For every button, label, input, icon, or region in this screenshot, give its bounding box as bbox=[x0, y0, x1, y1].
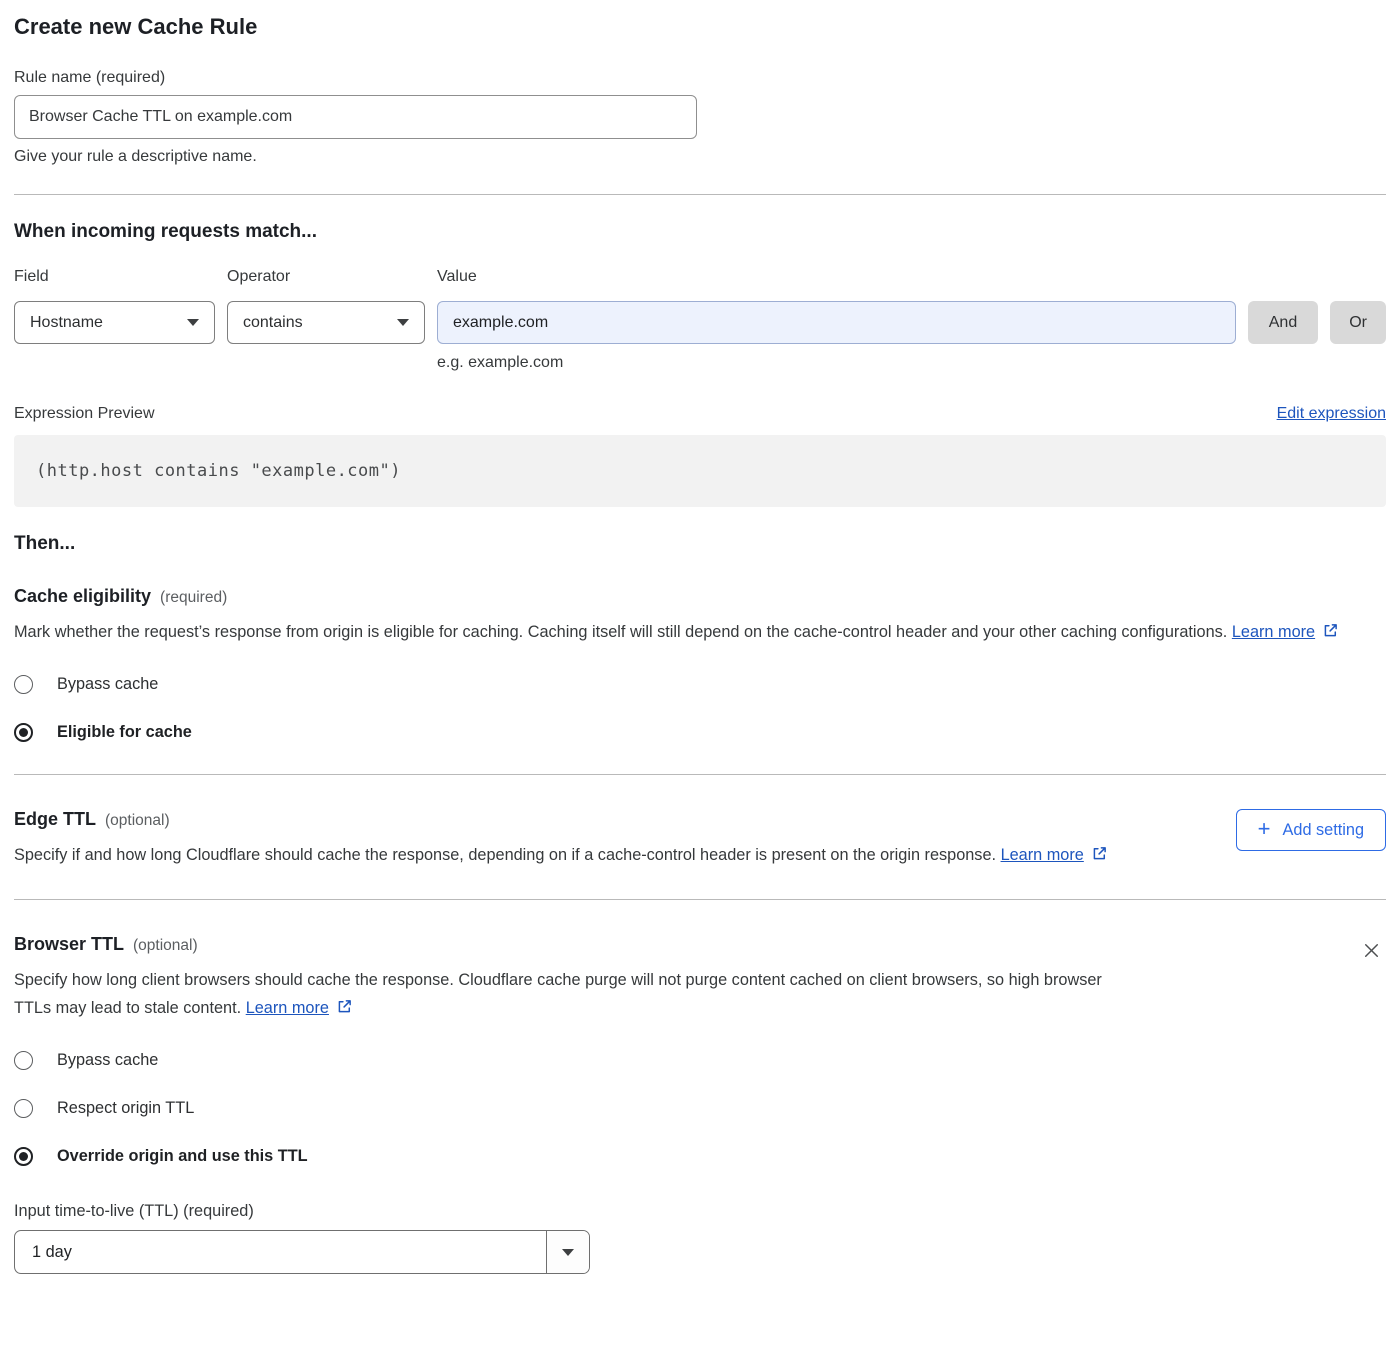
radio-icon bbox=[14, 1051, 33, 1070]
rule-name-label: Rule name (required) bbox=[14, 69, 1386, 87]
field-column: Field Hostname bbox=[14, 268, 215, 344]
radio-selected-icon bbox=[14, 1147, 33, 1166]
browser-ttl-learn-more-link[interactable]: Learn more bbox=[246, 999, 329, 1017]
operator-select-value: contains bbox=[243, 314, 303, 332]
cache-eligibility-title: Cache eligibility bbox=[14, 586, 151, 607]
external-link-icon bbox=[1322, 622, 1339, 639]
rule-name-input[interactable] bbox=[14, 95, 697, 139]
chevron-down-icon bbox=[397, 319, 409, 326]
learn-more-label: Learn more bbox=[1232, 623, 1315, 641]
browser-ttl-content: Browser TTL (optional) Specify how long … bbox=[14, 928, 1357, 1022]
edit-expression-link[interactable]: Edit expression bbox=[1277, 405, 1386, 423]
browser-ttl-section: Browser TTL (optional) Specify how long … bbox=[14, 928, 1386, 1022]
cache-eligibility-learn-more-link[interactable]: Learn more bbox=[1232, 623, 1315, 641]
rule-name-helper: Give your rule a descriptive name. bbox=[14, 148, 1386, 166]
radio-selected-icon bbox=[14, 723, 33, 742]
add-setting-label: Add setting bbox=[1283, 821, 1364, 840]
chevron-down-icon bbox=[562, 1249, 574, 1256]
radio-option-bypass-cache[interactable]: Bypass cache bbox=[14, 675, 158, 694]
external-link-icon bbox=[1091, 845, 1108, 862]
edge-ttl-content: Edge TTL (optional) Specify if and how l… bbox=[14, 803, 1236, 869]
field-label: Field bbox=[14, 268, 215, 286]
expression-code-block: (http.host contains "example.com") bbox=[14, 435, 1386, 507]
radio-label: Override origin and use this TTL bbox=[57, 1147, 308, 1166]
radio-label: Eligible for cache bbox=[57, 723, 192, 742]
edge-ttl-learn-more-link[interactable]: Learn more bbox=[1001, 846, 1084, 864]
radio-icon bbox=[14, 675, 33, 694]
divider bbox=[14, 774, 1386, 775]
ttl-dropdown-value[interactable]: 1 day bbox=[15, 1231, 546, 1273]
required-badge: (required) bbox=[160, 589, 227, 607]
cache-eligibility-description: Mark whether the request’s response from… bbox=[14, 618, 1359, 646]
ttl-dropdown[interactable]: 1 day bbox=[14, 1230, 590, 1274]
radio-option-browser-bypass-cache[interactable]: Bypass cache bbox=[14, 1051, 158, 1070]
value-input[interactable] bbox=[437, 301, 1236, 344]
browser-ttl-heading: Browser TTL (optional) bbox=[14, 934, 1357, 955]
expression-code: (http.host contains "example.com") bbox=[36, 461, 401, 481]
field-select[interactable]: Hostname bbox=[14, 301, 215, 344]
match-section-heading: When incoming requests match... bbox=[14, 220, 1386, 244]
radio-label: Bypass cache bbox=[57, 675, 158, 694]
operator-column: Operator contains bbox=[227, 268, 425, 344]
cache-eligibility-description-text: Mark whether the request’s response from… bbox=[14, 623, 1227, 641]
edge-ttl-title: Edge TTL bbox=[14, 809, 96, 830]
divider bbox=[14, 194, 1386, 195]
or-button[interactable]: Or bbox=[1330, 301, 1386, 344]
learn-more-label: Learn more bbox=[246, 999, 329, 1017]
learn-more-label: Learn more bbox=[1001, 846, 1084, 864]
radio-option-respect-origin-ttl[interactable]: Respect origin TTL bbox=[14, 1099, 194, 1118]
radio-option-override-origin-ttl[interactable]: Override origin and use this TTL bbox=[14, 1147, 308, 1166]
create-cache-rule-form: Create new Cache Rule Rule name (require… bbox=[0, 0, 1400, 1314]
and-button[interactable]: And bbox=[1248, 301, 1318, 344]
then-heading: Then... bbox=[14, 532, 1386, 556]
optional-badge: (optional) bbox=[105, 812, 170, 830]
value-column: Value bbox=[437, 268, 1236, 344]
value-helper: e.g. example.com bbox=[437, 354, 1386, 372]
ttl-input-label: Input time-to-live (TTL) (required) bbox=[14, 1202, 1386, 1221]
expression-preview-row: Expression Preview Edit expression bbox=[14, 405, 1386, 423]
edge-ttl-description-text: Specify if and how long Cloudflare shoul… bbox=[14, 846, 996, 864]
operator-label: Operator bbox=[227, 268, 425, 286]
expression-preview-label: Expression Preview bbox=[14, 405, 155, 423]
browser-ttl-title: Browser TTL bbox=[14, 934, 124, 955]
close-icon bbox=[1361, 940, 1382, 961]
remove-browser-ttl-button[interactable] bbox=[1357, 936, 1386, 968]
edge-ttl-description: Specify if and how long Cloudflare shoul… bbox=[14, 841, 1114, 869]
chevron-down-icon bbox=[187, 319, 199, 326]
radio-label: Bypass cache bbox=[57, 1051, 158, 1070]
radio-option-eligible-for-cache[interactable]: Eligible for cache bbox=[14, 723, 192, 742]
add-setting-button[interactable]: + Add setting bbox=[1236, 809, 1386, 851]
radio-icon bbox=[14, 1099, 33, 1118]
cache-eligibility-heading: Cache eligibility (required) bbox=[14, 586, 1386, 607]
browser-ttl-description-text: Specify how long client browsers should … bbox=[14, 971, 1102, 1017]
match-condition-row: Field Hostname Operator contains Value A… bbox=[14, 268, 1386, 344]
edge-ttl-section: Edge TTL (optional) Specify if and how l… bbox=[14, 803, 1386, 869]
plus-icon: + bbox=[1258, 818, 1271, 840]
browser-ttl-description: Specify how long client browsers should … bbox=[14, 966, 1109, 1022]
radio-label: Respect origin TTL bbox=[57, 1099, 194, 1118]
operator-select[interactable]: contains bbox=[227, 301, 425, 344]
value-label: Value bbox=[437, 268, 1236, 286]
divider bbox=[14, 899, 1386, 900]
external-link-icon bbox=[336, 998, 353, 1015]
ttl-dropdown-arrow-button[interactable] bbox=[546, 1231, 589, 1273]
edge-ttl-heading: Edge TTL (optional) bbox=[14, 809, 1236, 830]
page-title: Create new Cache Rule bbox=[14, 0, 1386, 41]
field-select-value: Hostname bbox=[30, 314, 103, 332]
optional-badge: (optional) bbox=[133, 937, 198, 955]
